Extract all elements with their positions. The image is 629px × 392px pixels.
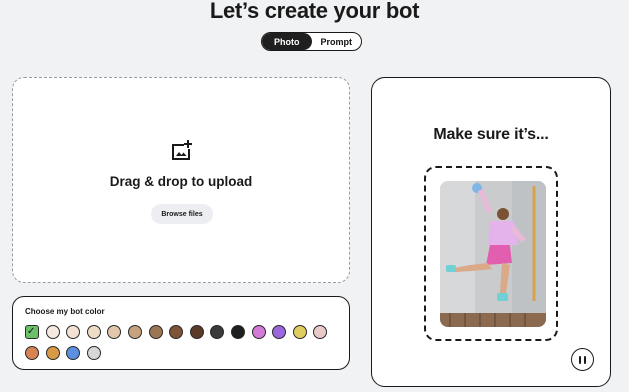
color-swatch[interactable]: [148, 325, 163, 339]
browse-files-button[interactable]: Browse files: [151, 204, 213, 224]
color-swatch[interactable]: [66, 346, 81, 360]
example-photo: [440, 181, 546, 327]
mode-toggle[interactable]: Photo Prompt: [261, 32, 362, 51]
color-swatch[interactable]: [86, 325, 101, 339]
pause-button[interactable]: [571, 348, 594, 371]
color-swatch[interactable]: [251, 325, 266, 339]
color-swatch[interactable]: [230, 325, 245, 339]
pause-icon-bar: [583, 355, 587, 364]
page-title: Let’s create your bot: [209, 0, 420, 23]
toggle-prompt[interactable]: Prompt: [312, 33, 362, 50]
color-swatch[interactable]: [45, 346, 60, 360]
color-swatch[interactable]: [127, 325, 142, 339]
upload-dropzone[interactable]: Drag & drop to upload Browse files: [12, 77, 350, 283]
color-swatch[interactable]: [66, 325, 81, 339]
color-swatch[interactable]: [313, 325, 328, 339]
color-swatch[interactable]: [169, 325, 184, 339]
example-photo-frame: [424, 166, 558, 341]
photo-guide-card: Make sure it’s...: [371, 77, 611, 387]
add-photo-icon: [172, 140, 192, 160]
toggle-photo[interactable]: Photo: [262, 33, 312, 50]
color-swatch[interactable]: [86, 346, 101, 360]
color-swatch[interactable]: [210, 325, 225, 339]
check-icon: ✓: [27, 326, 36, 337]
bot-color-picker: Choose my bot color ✓: [12, 296, 350, 370]
drop-instructions: Drag & drop to upload: [109, 174, 253, 189]
color-swatches: ✓: [25, 325, 345, 360]
color-swatch[interactable]: [45, 325, 60, 339]
color-swatch[interactable]: ✓: [25, 325, 39, 339]
color-swatch[interactable]: [107, 325, 122, 339]
guide-heading: Make sure it’s...: [433, 126, 549, 143]
pause-icon: [578, 355, 582, 364]
color-swatch[interactable]: [292, 325, 307, 339]
color-picker-label: Choose my bot color: [25, 307, 105, 316]
color-swatch[interactable]: [272, 325, 287, 339]
color-swatch[interactable]: [25, 346, 39, 360]
color-swatch[interactable]: [189, 325, 204, 339]
